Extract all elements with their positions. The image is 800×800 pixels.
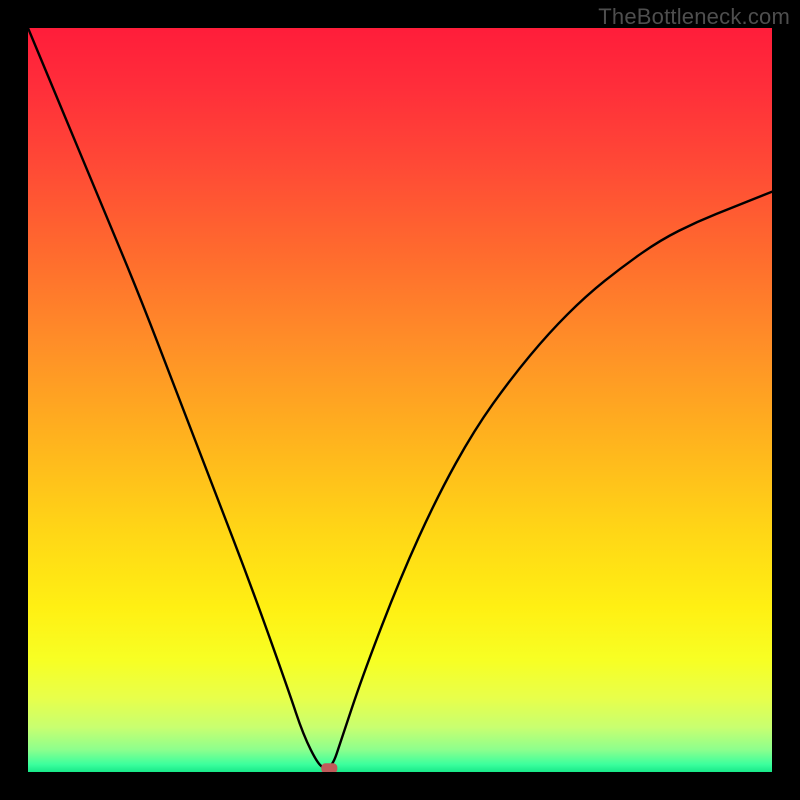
watermark-text: TheBottleneck.com	[598, 4, 790, 30]
bottleneck-chart	[28, 28, 772, 772]
plot-background	[28, 28, 772, 772]
chart-frame	[28, 28, 772, 772]
optimal-marker	[321, 763, 337, 772]
